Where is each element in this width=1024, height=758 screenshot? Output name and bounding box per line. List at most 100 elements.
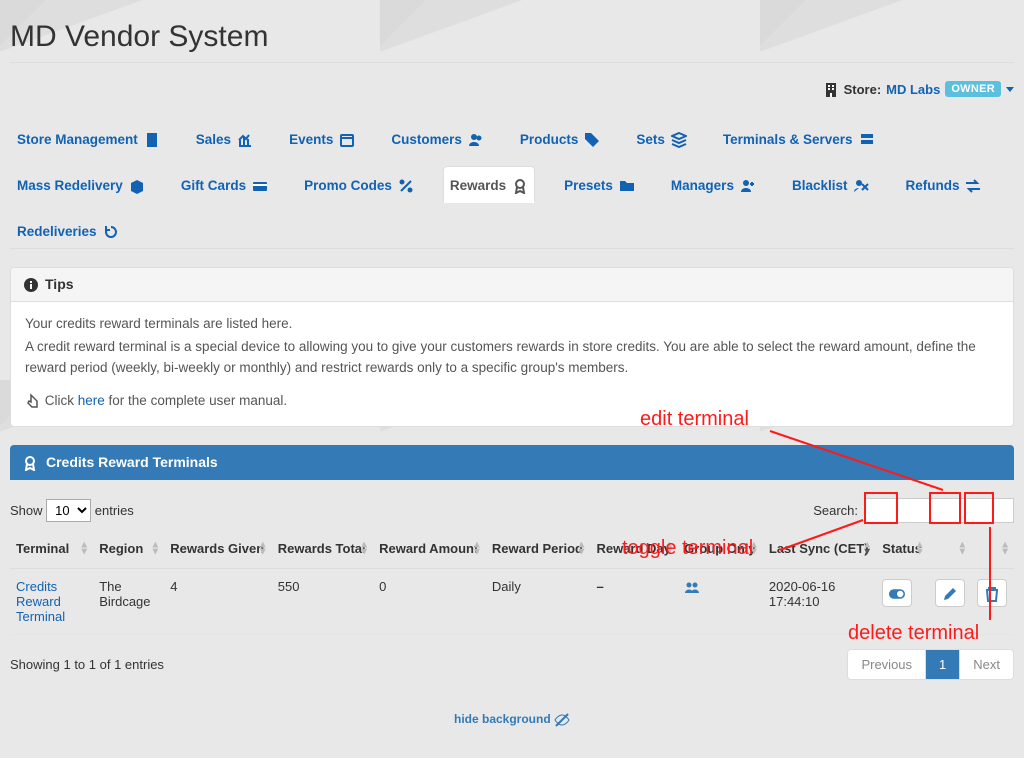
next-page-button[interactable]: Next (960, 650, 1013, 679)
tips-heading: Tips (45, 276, 74, 292)
sort-icon: ▲▼ (150, 542, 160, 556)
award-icon (512, 177, 528, 194)
tab-sets[interactable]: Sets (629, 120, 694, 156)
col-sync[interactable]: Last Sync (CET)▲▼ (763, 533, 876, 569)
cell-region: The Birdcage (93, 568, 164, 634)
manual-suffix: for the complete user manual. (105, 393, 287, 408)
caret-down-icon (1006, 87, 1014, 92)
layers-icon (671, 131, 687, 148)
store-label: Store: (844, 82, 882, 97)
tips-panel: Tips Your credits reward terminals are l… (10, 267, 1014, 427)
panel-heading: Credits Reward Terminals (10, 445, 1014, 480)
table-row: Credits Reward Terminal The Birdcage 4 5… (10, 568, 1014, 634)
tab-events[interactable]: Events (282, 120, 362, 156)
store-selector[interactable]: Store: MD Labs OWNER (10, 81, 1014, 98)
tab-managers[interactable]: Managers (664, 166, 763, 202)
entries-per-page-select[interactable]: 10 (46, 499, 91, 522)
hide-background-link[interactable]: hide background (454, 712, 570, 726)
main-nav: Store Management Sales Events Customers … (10, 120, 1014, 249)
edit-terminal-button[interactable] (935, 579, 965, 607)
toggle-on-icon (889, 584, 905, 601)
tab-promo-codes[interactable]: Promo Codes (297, 166, 421, 202)
box-icon (129, 177, 145, 194)
terminal-link[interactable]: Credits Reward Terminal (16, 579, 86, 624)
tab-redeliveries[interactable]: Redeliveries (10, 212, 126, 248)
tab-blacklist[interactable]: Blacklist (785, 166, 877, 202)
tips-line-2: A credit reward terminal is a special de… (25, 337, 999, 379)
col-terminal[interactable]: Terminal▲▼ (10, 533, 93, 569)
cell-given: 4 (164, 568, 272, 634)
exchange-icon (965, 177, 981, 194)
sort-icon: ▲▼ (258, 542, 268, 556)
page-1-button[interactable]: 1 (926, 650, 960, 679)
pagination: Previous 1 Next (847, 649, 1014, 680)
prev-page-button[interactable]: Previous (848, 650, 926, 679)
pointer-icon (25, 393, 41, 408)
toggle-terminal-button[interactable] (882, 579, 912, 607)
col-day[interactable]: Reward Day▲▼ (590, 533, 678, 569)
manual-link[interactable]: here (78, 393, 105, 408)
tab-mass-redelivery[interactable]: Mass Redelivery (10, 166, 152, 202)
col-given[interactable]: Rewards Given▲▼ (164, 533, 272, 569)
col-edit: ▲▼ (929, 533, 972, 569)
folder-icon (619, 177, 635, 194)
owner-badge: OWNER (945, 81, 1001, 97)
col-amount[interactable]: Reward Amount▲▼ (373, 533, 486, 569)
search-input[interactable] (864, 498, 1014, 523)
info-icon (23, 276, 39, 293)
sort-icon: ▲▼ (79, 542, 89, 556)
cell-amount: 0 (373, 568, 486, 634)
manual-prefix: Click (45, 393, 78, 408)
col-group[interactable]: Group Only▲▼ (678, 533, 763, 569)
table-info: Showing 1 to 1 of 1 entries (10, 657, 164, 672)
col-status[interactable]: Status▲▼ (876, 533, 928, 569)
search-label: Search: (813, 503, 858, 518)
sort-icon: ▲▼ (359, 542, 369, 556)
tab-customers[interactable]: Customers (384, 120, 491, 156)
tips-line-1: Your credits reward terminals are listed… (25, 314, 999, 335)
sort-icon: ▲▼ (577, 542, 587, 556)
terminals-table: Terminal▲▼ Region▲▼ Rewards Given▲▼ Rewa… (10, 533, 1014, 635)
building-icon (823, 81, 839, 98)
building-icon (144, 131, 160, 148)
sort-icon: ▲▼ (1000, 542, 1010, 556)
sort-icon: ▲▼ (749, 542, 759, 556)
cell-total: 550 (272, 568, 373, 634)
delete-terminal-button[interactable] (977, 579, 1007, 607)
percent-icon (398, 177, 414, 194)
tags-icon (584, 131, 600, 148)
sort-icon: ▲▼ (472, 542, 482, 556)
store-name-link[interactable]: MD Labs (886, 82, 940, 97)
tab-products[interactable]: Products (513, 120, 608, 156)
pencil-icon (942, 584, 958, 601)
user-plus-icon (740, 177, 756, 194)
col-period[interactable]: Reward Period▲▼ (486, 533, 591, 569)
award-icon (22, 454, 38, 471)
cell-sync: 2020-06-16 17:44:10 (763, 568, 876, 634)
users-icon (684, 579, 700, 594)
tab-refunds[interactable]: Refunds (898, 166, 988, 202)
terminals-panel: Credits Reward Terminals Show 10 entries… (10, 445, 1014, 680)
sort-icon: ▲▼ (862, 542, 872, 556)
col-total[interactable]: Rewards Total▲▼ (272, 533, 373, 569)
tab-gift-cards[interactable]: Gift Cards (174, 166, 275, 202)
col-region[interactable]: Region▲▼ (93, 533, 164, 569)
tab-store-management[interactable]: Store Management (10, 120, 167, 156)
calendar-icon (339, 131, 355, 148)
cell-group (678, 568, 763, 634)
tab-rewards[interactable]: Rewards (443, 166, 535, 203)
history-icon (103, 223, 119, 240)
users-icon (468, 131, 484, 148)
cell-period: Daily (486, 568, 591, 634)
tab-presets[interactable]: Presets (557, 166, 642, 202)
sort-icon: ▲▼ (957, 542, 967, 556)
col-delete: ▲▼ (971, 533, 1014, 569)
page-title: MD Vendor System (10, 20, 1014, 54)
tab-sales[interactable]: Sales (189, 120, 260, 156)
tab-terminals-servers[interactable]: Terminals & Servers (716, 120, 882, 156)
trash-icon (984, 584, 1000, 601)
sort-icon: ▲▼ (664, 542, 674, 556)
server-icon (859, 131, 875, 148)
card-icon (252, 177, 268, 194)
eye-slash-icon (554, 712, 570, 726)
